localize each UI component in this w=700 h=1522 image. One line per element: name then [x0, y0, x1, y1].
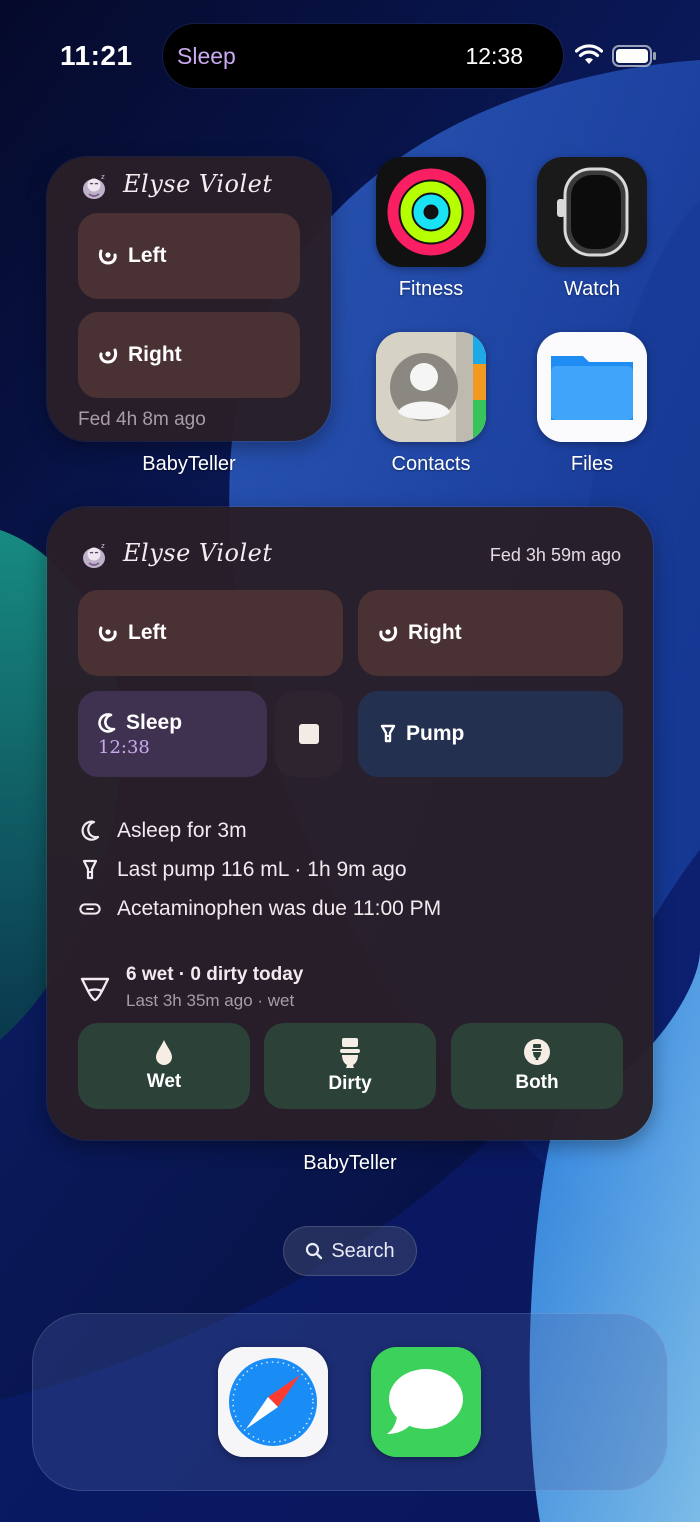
- large-widget-app-label: BabyTeller: [303, 1152, 397, 1174]
- feed-right-button[interactable]: Right: [78, 312, 300, 398]
- feed-left-button[interactable]: Left: [78, 590, 343, 676]
- diaper-summary: 6 wet · 0 dirty today: [126, 964, 304, 985]
- search-icon: [306, 1242, 323, 1260]
- pump-row: Last pump 116 mL · 1h 9m ago: [79, 858, 407, 882]
- medicine-text: Acetaminophen was due 11:00 PM: [117, 897, 442, 920]
- pump-button[interactable]: Pump: [358, 691, 623, 777]
- sleep-timer: 12:38: [98, 736, 150, 758]
- stop-icon: [299, 724, 319, 744]
- dirty-button[interactable]: Dirty: [264, 1023, 436, 1109]
- pump-icon: [380, 724, 396, 743]
- babyteller-small-widget[interactable]: z Elyse Violet Left Right Fed 4h 8m ago: [47, 157, 331, 441]
- fitness-label: Fitness: [398, 278, 464, 300]
- fitness-app[interactable]: [376, 157, 486, 267]
- island-timer: 12:38: [465, 43, 523, 69]
- both-icon: [524, 1039, 550, 1065]
- files-app[interactable]: [537, 332, 647, 442]
- breast-right-icon: [379, 626, 398, 642]
- drop-icon: [156, 1040, 172, 1065]
- feed-left-label: Left: [128, 244, 167, 267]
- baby-icon: z: [83, 542, 105, 568]
- breast-left-icon: [98, 626, 117, 642]
- search-label: Search: [331, 1239, 395, 1262]
- pump-text: Last pump 116 mL · 1h 9m ago: [117, 858, 407, 881]
- dynamic-island[interactable]: Sleep 12:38: [163, 24, 563, 88]
- dock: [32, 1313, 668, 1491]
- fitness-icon: [387, 168, 475, 256]
- files-label: Files: [570, 453, 614, 475]
- small-widget-app-label: BabyTeller: [142, 453, 236, 475]
- babyteller-large-widget[interactable]: z Elyse Violet Fed 3h 59m ago Left Right…: [47, 507, 653, 1140]
- pill-icon: [79, 903, 101, 915]
- diaper-icon: [80, 977, 110, 1002]
- sleep-button[interactable]: Sleep 12:38: [78, 691, 267, 777]
- both-label: Both: [515, 1072, 559, 1093]
- asleep-text: Asleep for 3m: [117, 819, 247, 842]
- baby-icon: z: [83, 173, 105, 199]
- both-button[interactable]: Both: [451, 1023, 623, 1109]
- battery-icon: [612, 45, 656, 67]
- medicine-row: Acetaminophen was due 11:00 PM: [79, 897, 441, 921]
- fed-status: Fed 3h 59m ago: [489, 545, 621, 565]
- search-button[interactable]: Search: [283, 1226, 417, 1276]
- status-bar-time: 11:21: [60, 40, 133, 71]
- dirty-label: Dirty: [328, 1073, 372, 1094]
- watch-app[interactable]: [537, 157, 647, 267]
- svg-text:z: z: [101, 173, 105, 181]
- watch-icon: [557, 167, 629, 257]
- pump-label: Pump: [406, 722, 465, 745]
- breast-left-icon: [98, 249, 117, 265]
- safari-app[interactable]: [218, 1347, 328, 1457]
- contacts-app[interactable]: [376, 332, 486, 442]
- feed-right-label: Right: [408, 621, 462, 644]
- moon-icon: [98, 712, 116, 733]
- wet-button[interactable]: Wet: [78, 1023, 250, 1109]
- toilet-icon: [340, 1038, 360, 1068]
- feed-right-label: Right: [128, 343, 182, 366]
- feed-left-label: Left: [128, 621, 167, 644]
- feed-left-button[interactable]: Left: [78, 213, 300, 299]
- contacts-label: Contacts: [391, 453, 471, 475]
- breast-right-icon: [99, 348, 118, 364]
- island-activity-label: Sleep: [177, 43, 236, 69]
- moon-icon: [81, 820, 100, 841]
- files-icon: [537, 332, 647, 442]
- watch-label: Watch: [564, 278, 620, 300]
- wifi-icon: [575, 44, 603, 64]
- svg-text:z: z: [101, 542, 105, 550]
- diaper-last: Last 3h 35m ago · wet: [126, 991, 295, 1010]
- feed-right-button[interactable]: Right: [358, 590, 623, 676]
- baby-name: Elyse Violet: [123, 539, 273, 567]
- asleep-row: Asleep for 3m: [79, 819, 247, 843]
- baby-name: Elyse Violet: [123, 170, 273, 198]
- sleep-label: Sleep: [126, 710, 183, 734]
- safari-icon: [218, 1347, 328, 1457]
- messages-icon: [371, 1347, 481, 1457]
- messages-app[interactable]: [371, 1347, 481, 1457]
- wet-label: Wet: [146, 1071, 182, 1092]
- contacts-icon: [376, 332, 486, 442]
- fed-status: Fed 4h 8m ago: [78, 409, 206, 430]
- pump-icon: [82, 859, 98, 880]
- stop-sleep-button[interactable]: [275, 691, 343, 777]
